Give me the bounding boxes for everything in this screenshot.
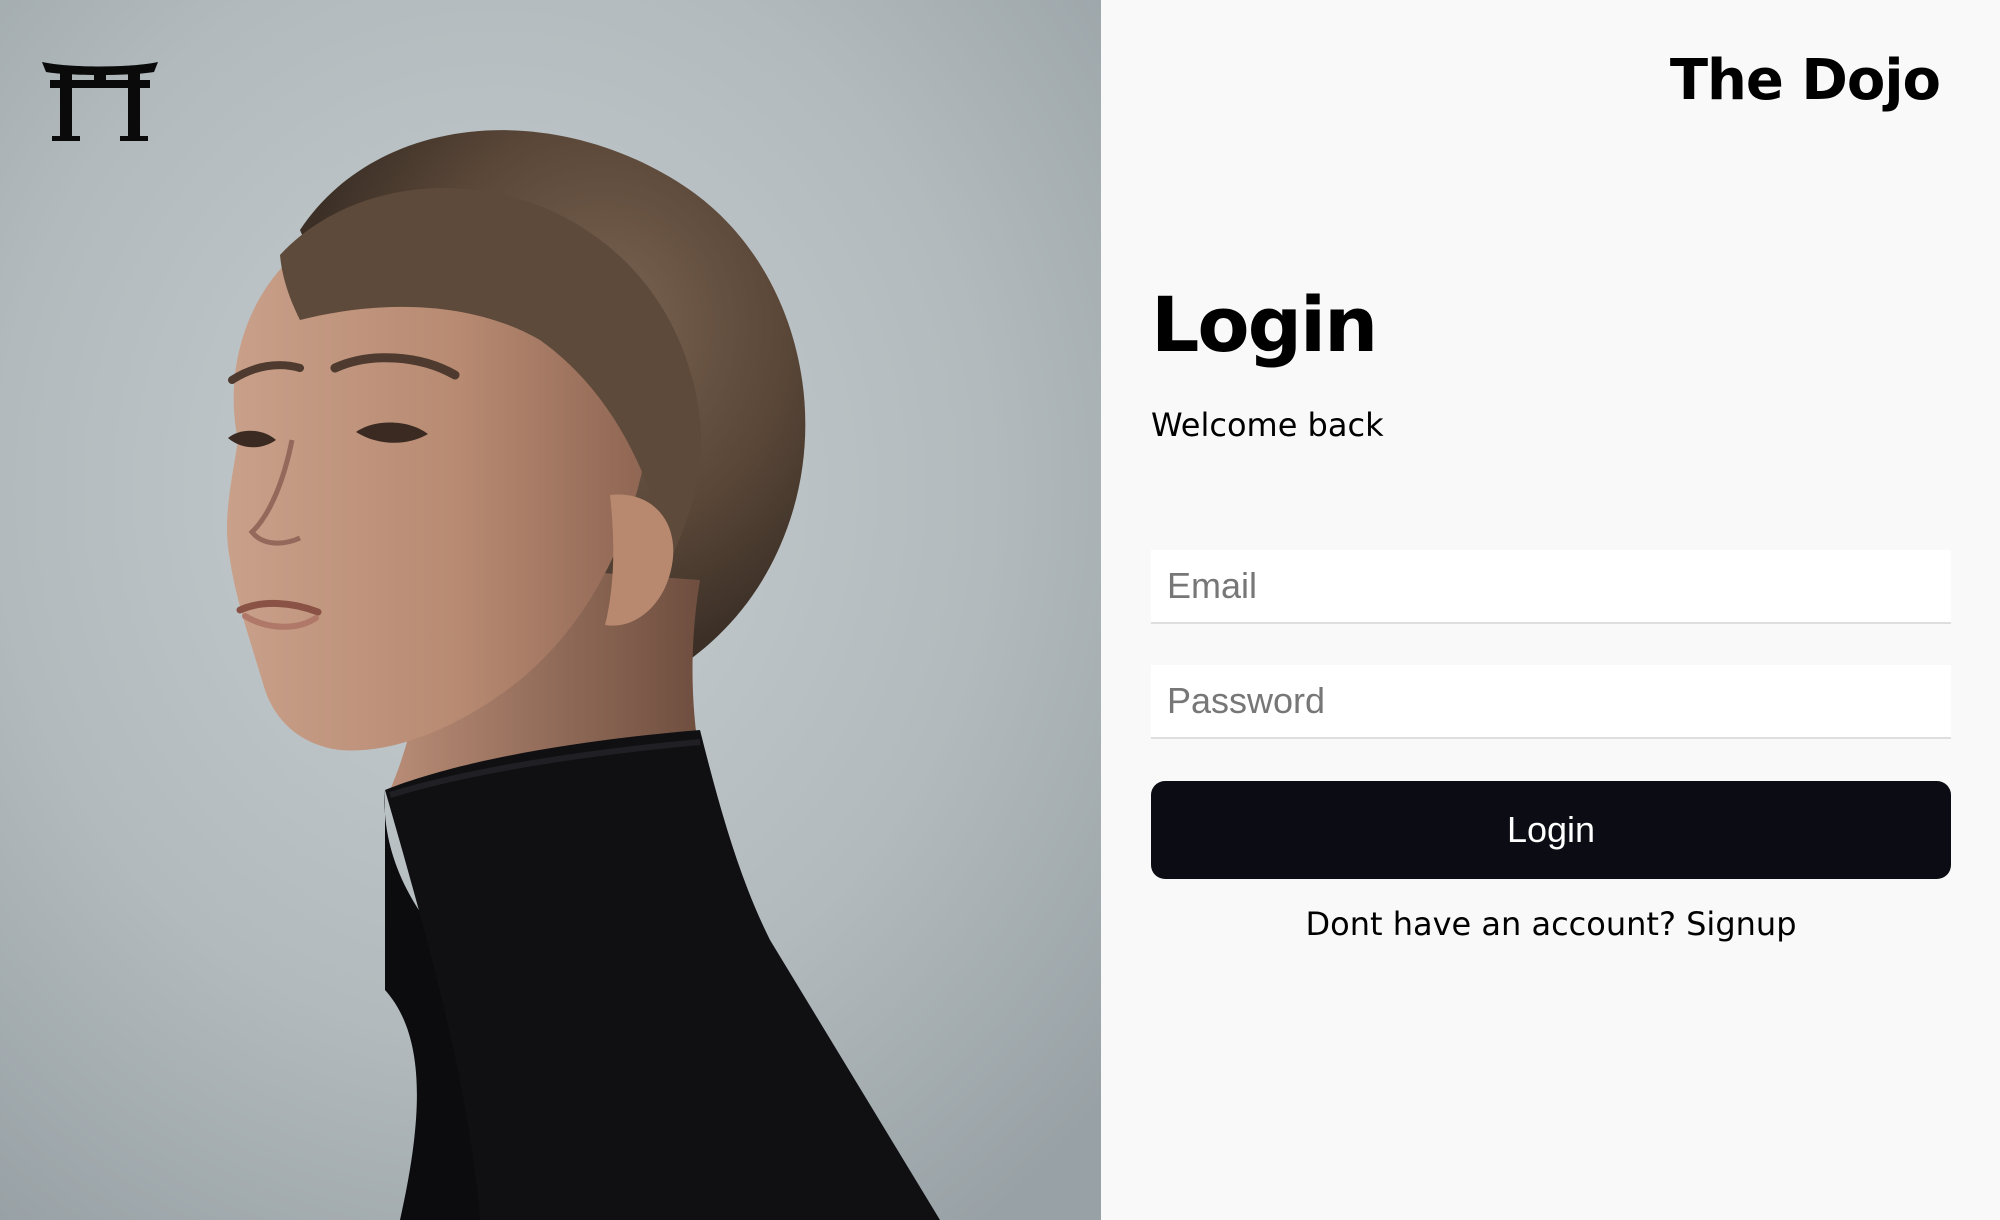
login-button[interactable]: Login: [1151, 781, 1951, 879]
welcome-subtitle: Welcome back: [1151, 406, 1384, 444]
hero-panel: [0, 0, 1101, 1220]
email-field[interactable]: [1151, 550, 1951, 624]
page-title: Login: [1151, 280, 1378, 369]
torii-gate-icon[interactable]: [40, 58, 160, 142]
password-field[interactable]: [1151, 665, 1951, 739]
signup-prompt: Dont have an account? Signup: [1151, 905, 1951, 943]
login-form-panel: The Dojo Login Welcome back Login Dont h…: [1101, 0, 2000, 1220]
portrait-photo: [0, 0, 1101, 1220]
signup-link[interactable]: Signup: [1686, 905, 1796, 943]
login-page: The Dojo Login Welcome back Login Dont h…: [0, 0, 2000, 1220]
brand-name: The Dojo: [1669, 48, 1941, 113]
signup-prompt-text: Dont have an account?: [1305, 905, 1687, 943]
